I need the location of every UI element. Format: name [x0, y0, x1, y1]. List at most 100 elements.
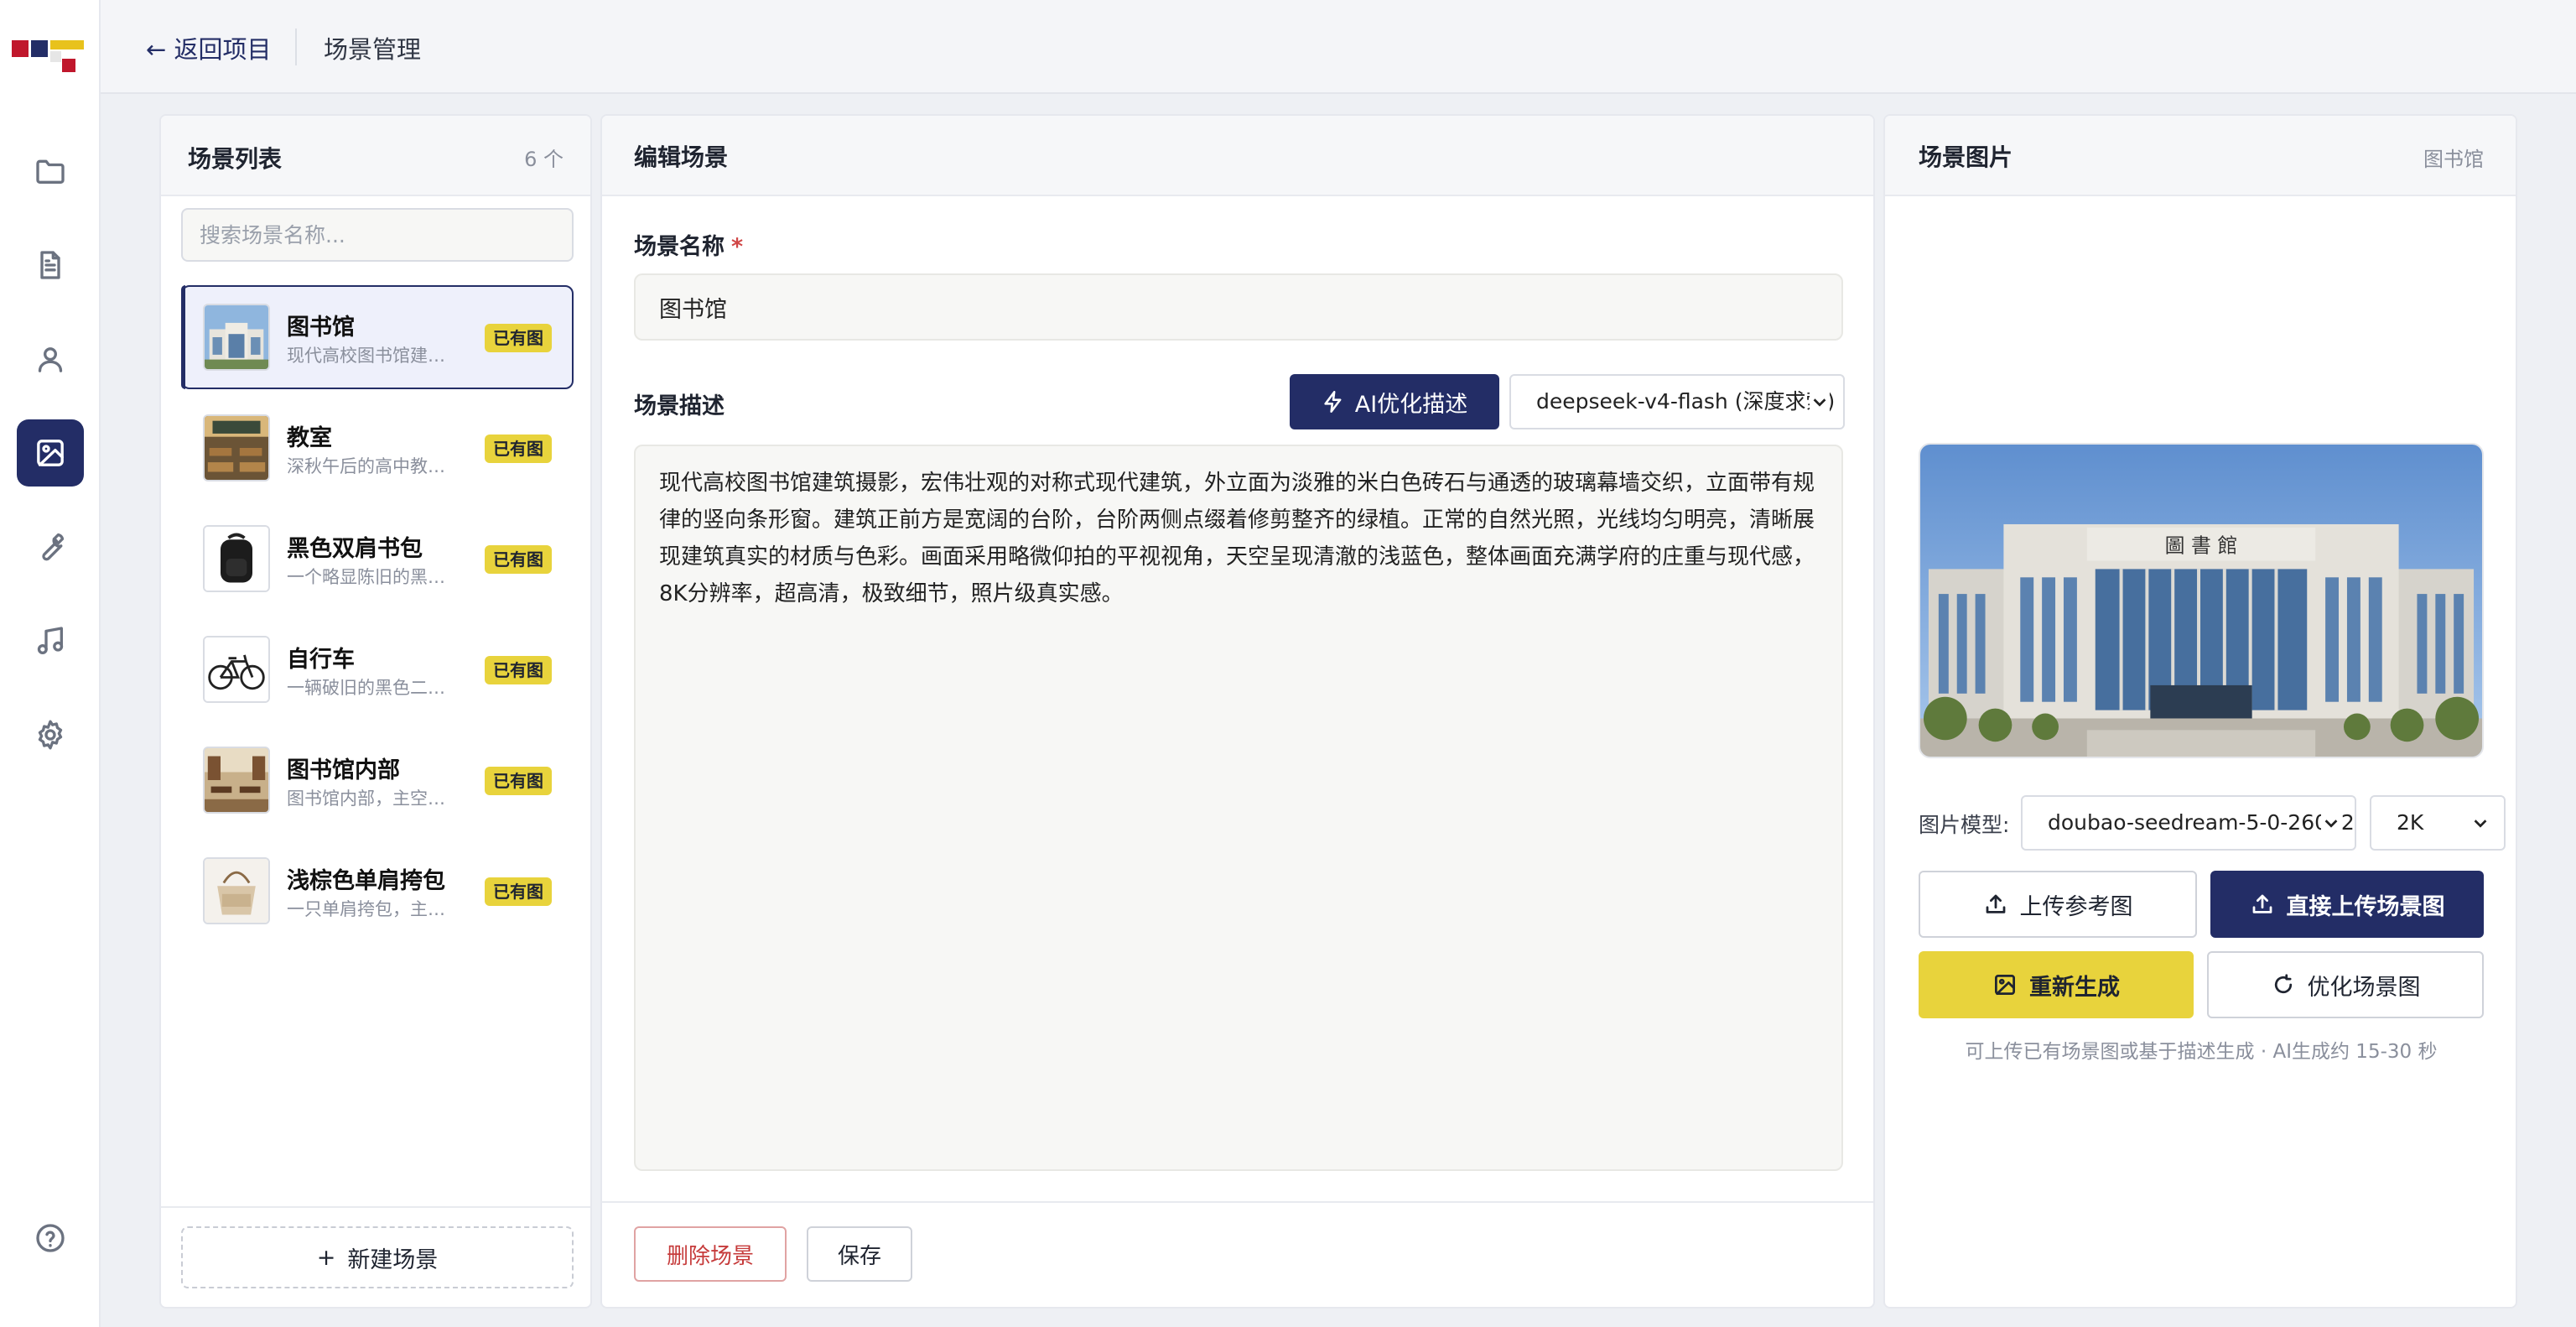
upload-reference-label: 上传参考图	[2019, 893, 2133, 920]
scene-thumbnail	[203, 747, 270, 814]
top-bar: ← 返回项目 场景管理	[101, 0, 2576, 94]
ai-optimize-label: AI优化描述	[1354, 391, 1468, 418]
nav-documents[interactable]	[17, 232, 84, 299]
scene-list-footer: + 新建场景	[161, 1206, 590, 1307]
image-model-select[interactable]: doubao-seedream-5-0-260128	[2021, 795, 2356, 851]
scene-list-panel: 场景列表 6 个 图书馆 现代高校图书馆建筑摄影，宏伟壮观 已有图 教室 深秋午…	[159, 114, 592, 1309]
scene-desc: 一个略显陈旧的黑色双肩书包	[287, 567, 454, 587]
upload-reference-button[interactable]: 上传参考图	[1919, 871, 2197, 938]
refresh-icon	[2274, 974, 2292, 994]
scene-list-title: 场景列表	[188, 145, 283, 173]
scene-desc: 一只单肩挎包，主体为浅棕色	[287, 899, 454, 919]
resolution-value: 2K	[2397, 810, 2424, 835]
edit-scene-footer: 删除场景 保存	[602, 1201, 1873, 1307]
nav-characters[interactable]	[17, 325, 84, 393]
image-icon	[37, 440, 64, 466]
breadcrumb-divider	[295, 29, 297, 65]
nav-settings[interactable]	[17, 701, 84, 768]
scene-desc: 一辆破旧的黑色二八自行车	[287, 678, 454, 698]
nav-audio[interactable]	[17, 607, 84, 674]
scene-thumbnail	[203, 414, 270, 481]
upload-scene-image-button[interactable]: 直接上传场景图	[2210, 871, 2484, 938]
required-mark: *	[731, 234, 744, 260]
nav-scenes[interactable]	[17, 419, 84, 487]
nav-projects[interactable]	[17, 138, 84, 205]
edit-scene-header: 编辑场景	[602, 116, 1873, 196]
scene-image-preview: 圖 書 館	[1919, 443, 2484, 758]
has-image-badge: 已有图	[485, 877, 552, 906]
help-icon	[36, 1224, 65, 1252]
ai-optimize-button[interactable]: AI优化描述	[1290, 374, 1499, 429]
scene-desc: 深秋午后的高中教室，阳光洒落	[287, 456, 454, 476]
gear-icon	[38, 720, 63, 750]
regenerate-label: 重新生成	[2029, 974, 2120, 1001]
delete-scene-button[interactable]: 删除场景	[634, 1226, 787, 1282]
scene-image-panel: 场景图片 图书馆 圖 書 館 图片模型: doubao-seedream-5-0…	[1883, 114, 2517, 1309]
llm-model-select[interactable]: deepseek-v4-flash (深度求索)	[1509, 374, 1845, 429]
scene-image-header: 场景图片 图书馆	[1885, 116, 2516, 196]
image-model-label: 图片模型:	[1919, 813, 2010, 837]
back-to-project-link[interactable]: ← 返回项目	[146, 30, 272, 65]
scene-thumbnail	[203, 857, 270, 924]
scene-item-backpack[interactable]: 黑色双肩书包 一个略显陈旧的黑色双肩书包 已有图	[181, 507, 574, 611]
scene-name: 图书馆	[287, 315, 355, 341]
resolution-select[interactable]: 2K	[2370, 795, 2506, 851]
has-image-badge: 已有图	[485, 767, 552, 795]
edit-scene-title: 编辑场景	[634, 143, 729, 171]
chevron-down-icon	[2474, 820, 2487, 828]
scene-desc-label: 场景描述	[634, 393, 724, 419]
user-icon	[38, 347, 63, 372]
optimize-scene-image-label: 优化场景图	[2307, 974, 2421, 1001]
lightning-icon	[1324, 391, 1342, 413]
chevron-down-icon	[1813, 398, 1826, 407]
scene-name: 黑色双肩书包	[287, 536, 423, 562]
scene-desc: 现代高校图书馆建筑摄影，宏伟壮观	[287, 346, 454, 366]
scene-thumbnail	[203, 304, 270, 371]
scene-item-classroom[interactable]: 教室 深秋午后的高中教室，阳光洒落 已有图	[181, 396, 574, 500]
has-image-badge: 已有图	[485, 656, 552, 684]
new-scene-button[interactable]: + 新建场景	[181, 1226, 574, 1288]
has-image-badge: 已有图	[485, 435, 552, 463]
scene-count: 6 个	[524, 148, 564, 171]
nav-help[interactable]	[17, 1205, 84, 1272]
scene-desc: 图书馆内部，主空间宽敞明亮	[287, 788, 454, 809]
has-image-badge: 已有图	[485, 324, 552, 352]
music-icon	[37, 627, 64, 654]
scene-name: 浅棕色单肩挎包	[287, 868, 445, 894]
building-sign-glyph: 圖 書 館	[2165, 534, 2238, 558]
scene-item-bicycle[interactable]: 自行车 一辆破旧的黑色二八自行车 已有图	[181, 617, 574, 721]
upload-scene-image-label: 直接上传场景图	[2286, 893, 2445, 920]
llm-model-value: deepseek-v4-flash (深度求索)	[1536, 389, 1836, 414]
scene-name: 图书馆内部	[287, 757, 400, 783]
scene-name-input[interactable]	[634, 273, 1843, 341]
scene-name: 自行车	[287, 647, 355, 673]
scene-name-label: 场景名称 *	[634, 228, 743, 261]
scene-item-library-interior[interactable]: 图书馆内部 图书馆内部，主空间宽敞明亮 已有图	[181, 728, 574, 832]
chevron-down-icon	[2324, 820, 2338, 828]
scene-search-input[interactable]	[181, 208, 574, 262]
optimize-scene-image-button[interactable]: 优化场景图	[2207, 951, 2484, 1018]
scene-image-tag: 图书馆	[2423, 148, 2484, 171]
scene-item-library[interactable]: 图书馆 现代高校图书馆建筑摄影，宏伟壮观 已有图	[181, 285, 574, 389]
nav-tools[interactable]	[17, 513, 84, 580]
scene-item-shoulder-bag[interactable]: 浅棕色单肩挎包 一只单肩挎包，主体为浅棕色 已有图	[181, 839, 574, 943]
scene-thumbnail	[203, 636, 270, 703]
upload-icon	[1986, 894, 2005, 913]
image-model-value: doubao-seedream-5-0-260128	[2048, 810, 2356, 835]
scene-thumbnail	[203, 525, 270, 592]
plus-icon: +	[316, 1244, 336, 1271]
generation-hint: 可上传已有场景图或基于描述生成 · AI生成约 15-30 秒	[1965, 1041, 2438, 1063]
app-logo[interactable]	[12, 39, 87, 72]
save-button[interactable]: 保存	[807, 1226, 912, 1282]
upload-icon	[2252, 894, 2272, 913]
wrench-icon	[42, 533, 65, 561]
scene-desc-textarea[interactable]: 现代高校图书馆建筑摄影，宏伟壮观的对称式现代建筑，外立面为淡雅的米白色砖石与通透…	[634, 445, 1843, 1171]
has-image-badge: 已有图	[485, 545, 552, 574]
image-icon	[1995, 975, 2015, 995]
folder-icon	[36, 159, 65, 184]
page-title: 场景管理	[324, 35, 422, 64]
new-scene-label: 新建场景	[347, 1246, 439, 1273]
regenerate-button[interactable]: 重新生成	[1919, 951, 2194, 1018]
scene-name: 教室	[287, 425, 332, 451]
scene-image-title: 场景图片	[1919, 143, 2013, 171]
